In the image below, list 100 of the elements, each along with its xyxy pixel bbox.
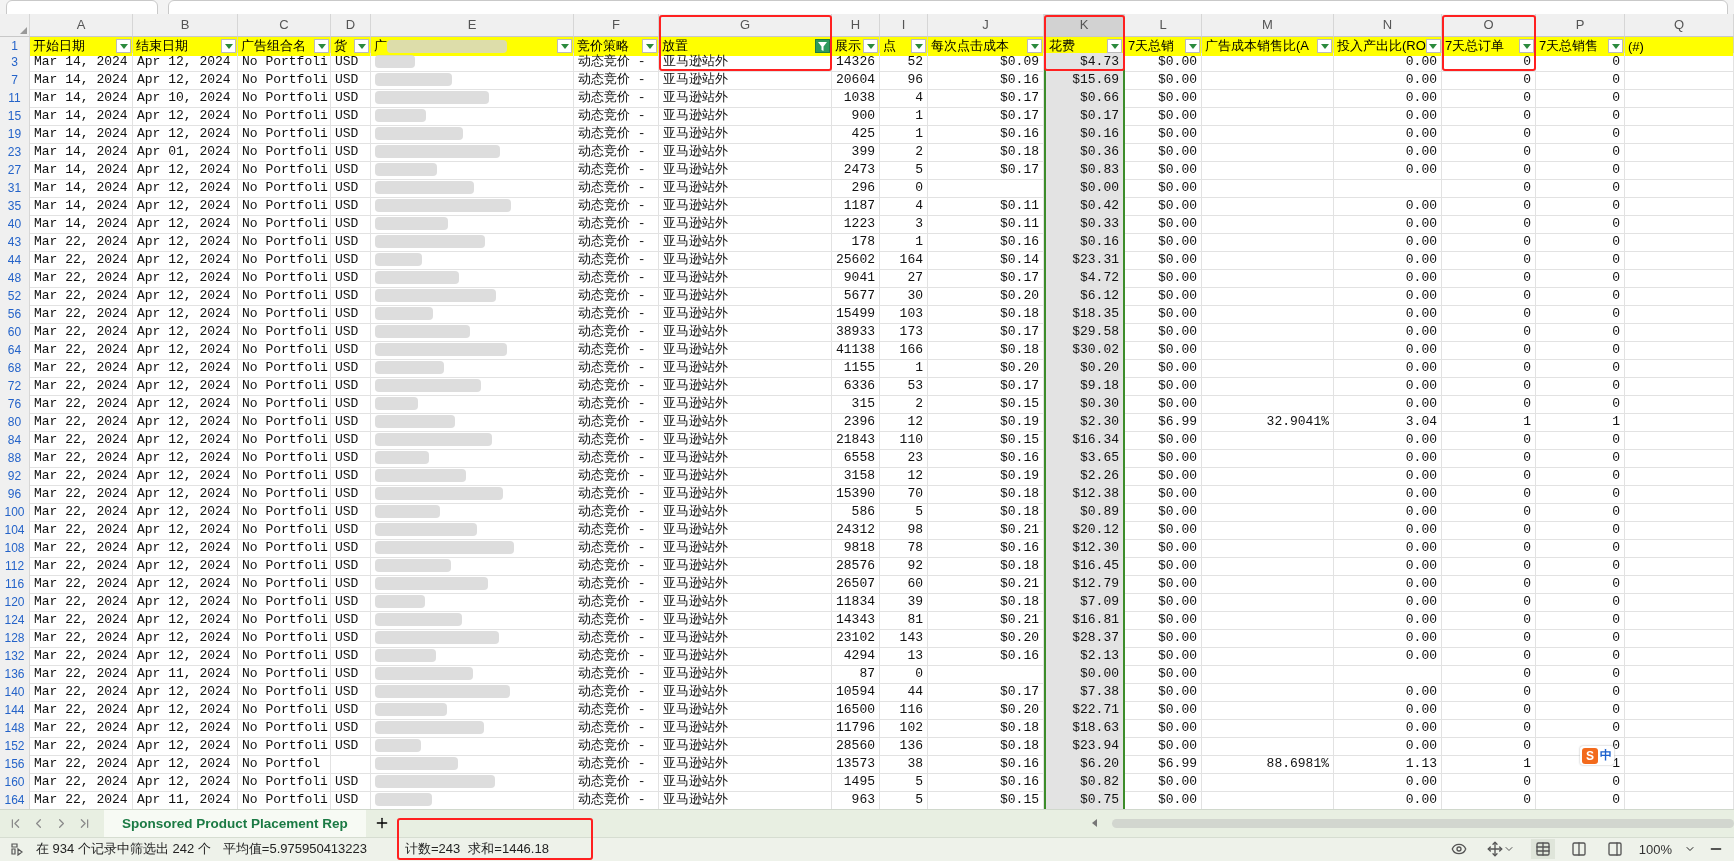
table-cell: 0 (1536, 592, 1625, 612)
column-letter[interactable]: J (928, 13, 1044, 37)
table-cell: 0 (1442, 538, 1536, 558)
table-cell: 亚马逊站外 (659, 412, 832, 432)
table-cell: 动态竞价 - (574, 178, 659, 198)
column-letter[interactable]: F (574, 13, 659, 37)
filter-button[interactable] (1027, 39, 1042, 54)
grid-icon (1534, 841, 1551, 858)
filter-button[interactable] (221, 39, 236, 54)
filter-button[interactable] (815, 39, 830, 54)
filter-button[interactable] (116, 39, 131, 54)
column-letter[interactable]: A (30, 13, 133, 37)
table-cell: 0 (1442, 466, 1536, 486)
column-letter[interactable]: L (1125, 13, 1202, 37)
filter-button[interactable] (1185, 39, 1200, 54)
column-letter[interactable]: C (238, 13, 331, 37)
column-letter[interactable]: H (832, 13, 880, 37)
horizontal-scrollbar[interactable] (1111, 818, 1734, 828)
filter-button[interactable] (1107, 39, 1122, 54)
sheet-tab[interactable]: Sponsored Product Placement Rep (104, 809, 366, 837)
table-cell: 0 (1536, 628, 1625, 648)
table-cell: 0.00 (1334, 448, 1442, 468)
filter-button[interactable] (1519, 39, 1534, 54)
redacted-text (375, 505, 440, 519)
table-cell: 13573 (832, 754, 880, 774)
table-cell: 亚马逊站外 (659, 340, 832, 360)
table-cell: No Portfoli (238, 88, 331, 108)
table-cell: 1 (1442, 754, 1536, 774)
table-cell: Apr 12, 2024 (133, 340, 238, 360)
filter-button[interactable] (863, 39, 878, 54)
zoom-level[interactable]: 100% (1638, 841, 1672, 857)
table-cell: Mar 22, 2024 (30, 754, 133, 774)
filter-button[interactable] (314, 39, 329, 54)
filter-button[interactable] (557, 39, 572, 54)
table-cell: 0 (1536, 466, 1625, 486)
table-cell: Mar 14, 2024 (30, 142, 133, 162)
table-cell: USD (331, 412, 371, 432)
filter-button[interactable] (1608, 39, 1623, 54)
table-cell: 0 (1442, 484, 1536, 504)
table-cell: No Portfoli (238, 394, 331, 414)
table-cell: Apr 12, 2024 (133, 682, 238, 702)
table-cell: 动态竞价 - (574, 106, 659, 126)
column-letter[interactable]: Q (1625, 13, 1734, 37)
table-cell: 0 (1442, 700, 1536, 720)
table-cell: 0.00 (1334, 52, 1442, 72)
input-method-badge[interactable]: S 中 (1580, 746, 1614, 765)
table-cell: Mar 22, 2024 (30, 340, 133, 360)
table-cell: USD (331, 772, 371, 792)
table-cell: $0.00 (1125, 772, 1202, 792)
table-cell: 5 (880, 772, 928, 792)
filter-button[interactable] (1425, 39, 1441, 54)
table-cell: Mar 22, 2024 (30, 430, 133, 450)
table-cell: Apr 12, 2024 (133, 268, 238, 288)
table-cell: 88.6981% (1202, 754, 1334, 774)
column-letter[interactable]: I (880, 13, 928, 37)
table-cell: Apr 12, 2024 (133, 556, 238, 576)
filter-button[interactable] (911, 39, 926, 54)
table-cell: Mar 22, 2024 (30, 268, 133, 288)
table-cell: 143 (880, 628, 928, 648)
column-letter[interactable]: D (331, 13, 371, 37)
table-cell: 0 (1536, 160, 1625, 180)
two-column-icon (1570, 841, 1587, 858)
table-cell: 0 (1442, 718, 1536, 738)
select-all-corner[interactable] (0, 13, 30, 37)
table-cell: 1 (880, 232, 928, 252)
column-letter[interactable]: B (133, 13, 238, 37)
table-cell: 0 (1442, 124, 1536, 144)
table-cell: 6558 (832, 448, 880, 468)
table-cell: 0 (1442, 232, 1536, 252)
table-cell: 173 (880, 322, 928, 342)
column-letter[interactable]: M (1202, 13, 1334, 37)
redacted-text (375, 649, 436, 663)
table-cell: 0 (1442, 592, 1536, 612)
filter-button[interactable] (354, 39, 369, 54)
table-cell: Mar 22, 2024 (30, 592, 133, 612)
filter-button[interactable] (1317, 39, 1332, 54)
column-letter[interactable]: P (1536, 13, 1625, 37)
table-cell: 0.00 (1334, 232, 1442, 252)
table-cell: 亚马逊站外 (659, 430, 832, 450)
table-cell: Apr 12, 2024 (133, 538, 238, 558)
table-cell: Mar 22, 2024 (30, 286, 133, 306)
filter-button[interactable] (642, 39, 657, 54)
caret-icon (1030, 43, 1039, 49)
table-cell: Mar 22, 2024 (30, 232, 133, 252)
table-cell: 586 (832, 502, 880, 522)
column-letter[interactable]: N (1334, 13, 1442, 37)
table-cell: 亚马逊站外 (659, 592, 832, 612)
table-cell: $0.00 (1125, 106, 1202, 126)
table-cell: 14326 (832, 52, 880, 72)
normal-view-button[interactable] (1530, 839, 1555, 860)
table-cell: Apr 12, 2024 (133, 412, 238, 432)
table-cell: 动态竞价 - (574, 772, 659, 792)
table-cell: USD (331, 322, 371, 342)
table-cell: $0.00 (1125, 574, 1202, 594)
table-cell: Mar 14, 2024 (30, 196, 133, 216)
table-cell: 0.00 (1334, 520, 1442, 540)
table-cell: No Portfoli (238, 430, 331, 450)
column-letter[interactable]: E (371, 13, 574, 37)
table-cell: 0.00 (1334, 142, 1442, 162)
table-cell: 0 (1442, 178, 1536, 198)
